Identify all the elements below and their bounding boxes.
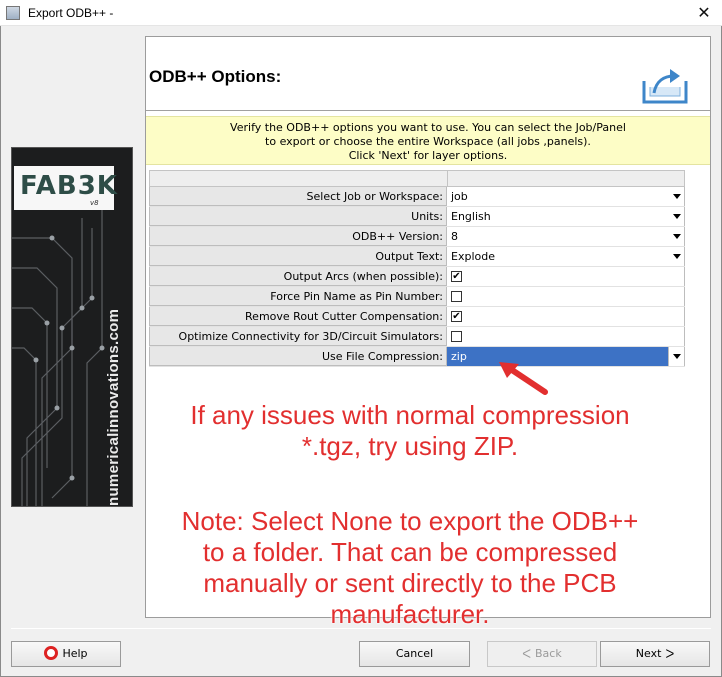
chevron-left-icon: ᐸ <box>522 647 532 661</box>
help-label: Help <box>62 647 88 660</box>
annotation-compression-note: If any issues with normal compression *.… <box>150 400 670 462</box>
next-button[interactable]: Next ᐳ <box>600 641 710 667</box>
dropdown-arrow-icon[interactable] <box>673 214 681 219</box>
dropdown-value: 8 <box>451 230 458 243</box>
lifebuoy-icon <box>44 646 59 660</box>
back-label: Back <box>535 647 562 660</box>
window-title: Export ODB++ - <box>28 6 114 20</box>
sidebar-url: numericalinnovations.com <box>105 266 127 506</box>
info-line-1: Verify the ODB++ options you want to use… <box>230 121 626 134</box>
option-label: Select Job or Workspace: <box>149 187 447 206</box>
options-table: Select Job or Workspace: job Units: Engl… <box>149 170 685 367</box>
annotation-line: manufacturer. <box>330 599 490 629</box>
dropdown-value: Explode <box>451 250 495 263</box>
output-arcs-checkbox[interactable]: ✔ <box>451 271 462 282</box>
units-dropdown[interactable]: English <box>447 207 685 226</box>
force-pin-name-cell <box>447 287 685 306</box>
option-row-odb-version: ODB++ Version: 8 <box>149 227 685 247</box>
dropdown-arrow-icon[interactable] <box>673 254 681 259</box>
info-line-2: to export or choose the entire Workspace… <box>265 135 591 148</box>
option-label: Use File Compression: <box>149 347 447 366</box>
dropdown-value: zip <box>451 350 467 363</box>
table-header <box>149 170 685 187</box>
optimize-connectivity-cell <box>447 327 685 346</box>
optimize-connectivity-checkbox[interactable] <box>451 331 462 342</box>
sidebar-url-text: numericalinnovations.com <box>105 308 122 506</box>
annotation-line: to a folder. That can be compressed <box>202 537 618 567</box>
option-label: Remove Rout Cutter Compensation: <box>149 307 447 326</box>
option-row-output-text: Output Text: Explode <box>149 247 685 267</box>
next-label: Next <box>635 647 662 660</box>
option-row-remove-rout: Remove Rout Cutter Compensation: ✔ <box>149 307 685 327</box>
option-label: Output Text: <box>149 247 447 266</box>
page-title: ODB++ Options: <box>149 67 282 86</box>
dropdown-arrow-icon[interactable] <box>673 234 681 239</box>
option-label: Output Arcs (when possible): <box>149 267 447 286</box>
odb-version-dropdown[interactable]: 8 <box>447 227 685 246</box>
fab3k-logo: FAB3K v8 <box>14 166 117 210</box>
dropdown-arrow-icon[interactable] <box>673 354 681 359</box>
close-button[interactable]: ✕ <box>686 0 722 26</box>
option-row-select-job: Select Job or Workspace: job <box>149 187 685 207</box>
header-box: ODB++ Options: <box>146 37 710 111</box>
option-row-force-pin-name: Force Pin Name as Pin Number: <box>149 287 685 307</box>
title-bar: Export ODB++ - ✕ <box>0 0 722 26</box>
cancel-label: Cancel <box>395 647 434 660</box>
option-label: Force Pin Name as Pin Number: <box>149 287 447 306</box>
option-label: Units: <box>149 207 447 226</box>
dropdown-value: English <box>451 210 491 223</box>
logo-version: v8 <box>90 199 99 207</box>
option-row-output-arcs: Output Arcs (when possible): ✔ <box>149 267 685 287</box>
annotation-line: *.tgz, try using ZIP. <box>301 431 519 461</box>
cancel-button[interactable]: Cancel <box>359 641 470 667</box>
back-button[interactable]: ᐸ Back <box>487 641 597 667</box>
remove-rout-cell: ✔ <box>447 307 685 326</box>
footer-divider <box>11 628 711 629</box>
annotation-none-note: Note: Select None to export the ODB++ to… <box>145 506 675 630</box>
chevron-right-icon: ᐳ <box>665 647 675 661</box>
annotation-line: Note: Select None to export the ODB++ <box>181 506 639 536</box>
info-line-3: Click 'Next' for layer options. <box>348 149 508 162</box>
annotation-arrow-icon <box>499 362 548 395</box>
option-row-file-compression: Use File Compression: zip <box>149 347 685 367</box>
export-icon <box>642 69 688 104</box>
sidebar-banner: FAB3K v8 numericalinnovations.com <box>11 147 133 507</box>
option-row-units: Units: English <box>149 207 685 227</box>
file-compression-dropdown[interactable]: zip <box>447 347 685 366</box>
dropdown-value: job <box>451 190 468 203</box>
select-job-dropdown[interactable]: job <box>447 187 685 206</box>
app-icon <box>6 6 20 20</box>
logo-text: FAB3K <box>20 171 118 201</box>
annotation-line: If any issues with normal compression <box>190 400 630 430</box>
output-arcs-cell: ✔ <box>447 267 685 286</box>
option-row-optimize-connectivity: Optimize Connectivity for 3D/Circuit Sim… <box>149 327 685 347</box>
annotation-line: manually or sent directly to the PCB <box>203 568 617 598</box>
force-pin-name-checkbox[interactable] <box>451 291 462 302</box>
option-label: Optimize Connectivity for 3D/Circuit Sim… <box>149 327 447 346</box>
info-box: Verify the ODB++ options you want to use… <box>146 116 710 165</box>
output-text-dropdown[interactable]: Explode <box>447 247 685 266</box>
help-button[interactable]: Help <box>11 641 121 667</box>
remove-rout-checkbox[interactable]: ✔ <box>451 311 462 322</box>
option-label: ODB++ Version: <box>149 227 447 246</box>
dropdown-arrow-icon[interactable] <box>673 194 681 199</box>
